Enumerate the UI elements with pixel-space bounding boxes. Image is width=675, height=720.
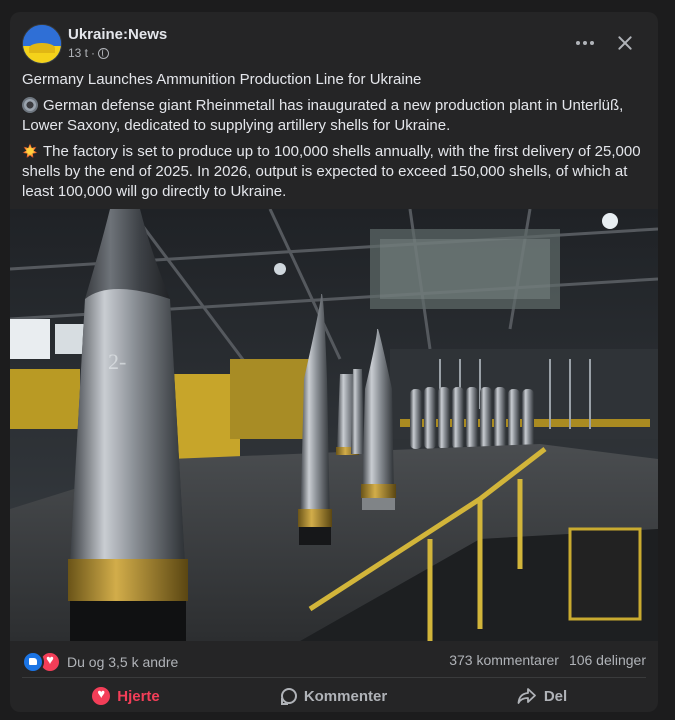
- author-name[interactable]: Ukraine:News: [68, 26, 167, 43]
- more-options-icon: [576, 41, 580, 45]
- post-card: Ukraine:News 13 t · Germany Launches Amm…: [10, 12, 658, 712]
- share-icon: [517, 688, 536, 704]
- engagement-counts: 373 kommentarer 106 delinger: [449, 652, 646, 668]
- gear-emoji-icon: [22, 97, 38, 113]
- share-label: Del: [543, 687, 568, 705]
- post-meta: 13 t ·: [68, 46, 110, 60]
- post-actions: Hjerte Kommenter Del: [22, 680, 646, 712]
- avatar[interactable]: [22, 24, 62, 64]
- share-button[interactable]: Del: [438, 680, 646, 712]
- comment-label: Kommenter: [303, 687, 388, 705]
- post-stats: Du og 3,5 k andre 373 kommentarer 106 del…: [22, 650, 646, 673]
- shell-marking-text: 2-: [108, 349, 126, 374]
- post-headline: Germany Launches Ammunition Production L…: [22, 71, 422, 88]
- post-paragraph-2: The factory is set to produce up to 100,…: [22, 142, 646, 202]
- shares-count[interactable]: 106 delinger: [569, 652, 646, 668]
- factory-shells-photo: 2-: [10, 209, 658, 641]
- like-reaction-icon: [22, 651, 44, 673]
- actions-divider: [22, 677, 646, 678]
- comments-count[interactable]: 373 kommentarer: [449, 652, 559, 668]
- reactions-text[interactable]: Du og 3,5 k andre: [67, 654, 178, 670]
- meta-separator: ·: [91, 46, 96, 60]
- more-options-button[interactable]: [570, 30, 600, 56]
- close-button[interactable]: [610, 28, 640, 58]
- collision-emoji-icon: [22, 143, 38, 159]
- comment-button[interactable]: Kommenter: [230, 680, 438, 712]
- reactions-summary[interactable]: Du og 3,5 k andre: [22, 651, 178, 673]
- globe-icon: [98, 47, 110, 59]
- post-photo[interactable]: 2-: [10, 209, 658, 641]
- timestamp[interactable]: 13 t: [68, 46, 88, 60]
- post-header: Ukraine:News 13 t ·: [22, 24, 646, 68]
- love-label: Hjerte: [117, 687, 160, 705]
- comment-icon: [280, 688, 297, 705]
- heart-icon: [92, 686, 111, 705]
- paragraph-1-text: German defense giant Rheinmetall has ina…: [22, 97, 624, 134]
- post-text: Germany Launches Ammunition Production L…: [22, 70, 646, 208]
- post-paragraph-1: German defense giant Rheinmetall has ina…: [22, 96, 646, 136]
- paragraph-2-text: The factory is set to produce up to 100,…: [22, 143, 641, 200]
- love-button[interactable]: Hjerte: [22, 680, 230, 712]
